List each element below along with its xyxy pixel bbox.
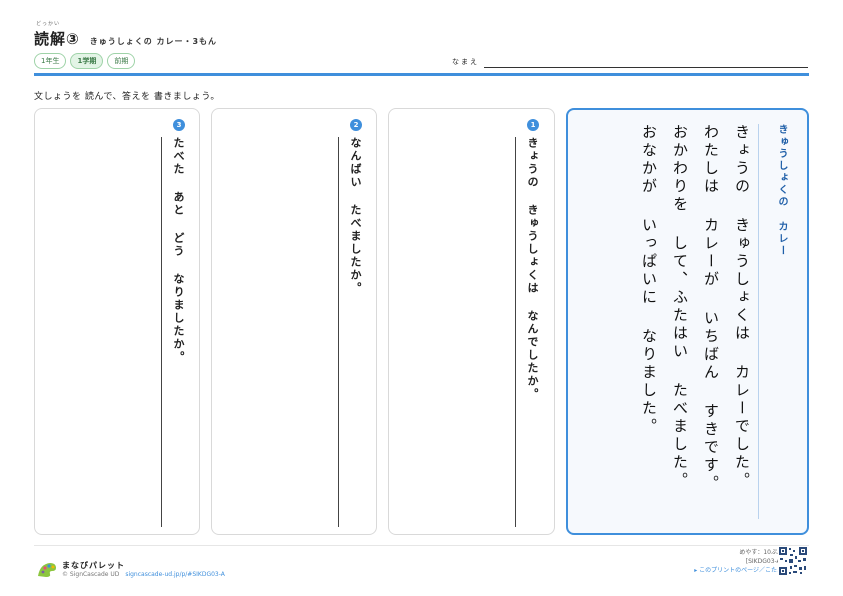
question-number-1: 1 xyxy=(527,119,539,131)
grade-badge: 1年生 xyxy=(34,53,67,69)
answer-page-link[interactable]: ▸ このプリントのページ／こたえ xyxy=(694,566,783,575)
question-panel-2: 2 なんばい たべましたか。 xyxy=(211,108,377,535)
answer-line-3[interactable] xyxy=(161,137,162,527)
answer-line-1[interactable] xyxy=(515,137,516,527)
page-subtitle: きゅうしょくの カレー・3もん xyxy=(89,37,218,46)
question-panel-3: 3 たべた あと どう なりましたか。 xyxy=(34,108,200,535)
question-text-3: たべた あと どう なりましたか。 xyxy=(172,137,185,364)
story-title: きゅうしょくの カレー xyxy=(776,124,787,257)
copyright-text: © SignCascade UD xyxy=(62,571,120,578)
footer-divider xyxy=(34,545,809,546)
copyright: © SignCascade UD signcascade-ud.jp/p/#SI… xyxy=(62,571,225,578)
instruction-text: 文しょうを 読んで、答えを 書きましょう。 xyxy=(34,92,220,102)
question-number-3: 3 xyxy=(173,119,185,131)
name-label: なまえ xyxy=(452,58,479,66)
palette-logo-icon xyxy=(38,563,56,577)
title-row: 読解③ きゅうしょくの カレー・3もん xyxy=(34,28,217,49)
answer-line-2[interactable] xyxy=(338,137,339,527)
grade-badges: 1年生 1学期 前期 xyxy=(34,53,136,69)
period-badge: 前期 xyxy=(107,53,136,69)
story-panel: きゅうしょくの カレー きょうの きゅうしょくは カレーでした。 わたしは カレ… xyxy=(566,108,809,535)
question-number-2: 2 xyxy=(350,119,362,131)
question-text-1: きょうの きゅうしょくは なんでしたか。 xyxy=(526,137,539,401)
source-link[interactable]: signcascade-ud.jp/p/#SIKDG03-A xyxy=(125,571,225,578)
name-field-line[interactable] xyxy=(484,67,808,68)
question-text-2: なんばい たべましたか。 xyxy=(349,137,362,295)
story-body: きょうの きゅうしょくは カレーでした。 わたしは カレーが いちばん すきです… xyxy=(640,124,751,493)
page-title: 読解③ xyxy=(34,30,80,48)
qr-code-icon[interactable] xyxy=(778,546,808,576)
time-estimate: めやす：10ぷん xyxy=(739,549,783,556)
question-panel-1: 1 きょうの きゅうしょくは なんでしたか。 xyxy=(388,108,555,535)
header-divider xyxy=(34,73,809,76)
term-badge: 1学期 xyxy=(70,53,104,69)
brand-name: まなびパレット xyxy=(62,561,125,570)
story-divider xyxy=(758,124,759,519)
footer-meta: めやす：10ぷん [SIKDG03-A] ▸ このプリントのページ／こたえ xyxy=(694,548,783,575)
worksheet-code: [SIKDG03-A] xyxy=(745,558,783,565)
title-ruby: どっかい xyxy=(36,21,61,27)
